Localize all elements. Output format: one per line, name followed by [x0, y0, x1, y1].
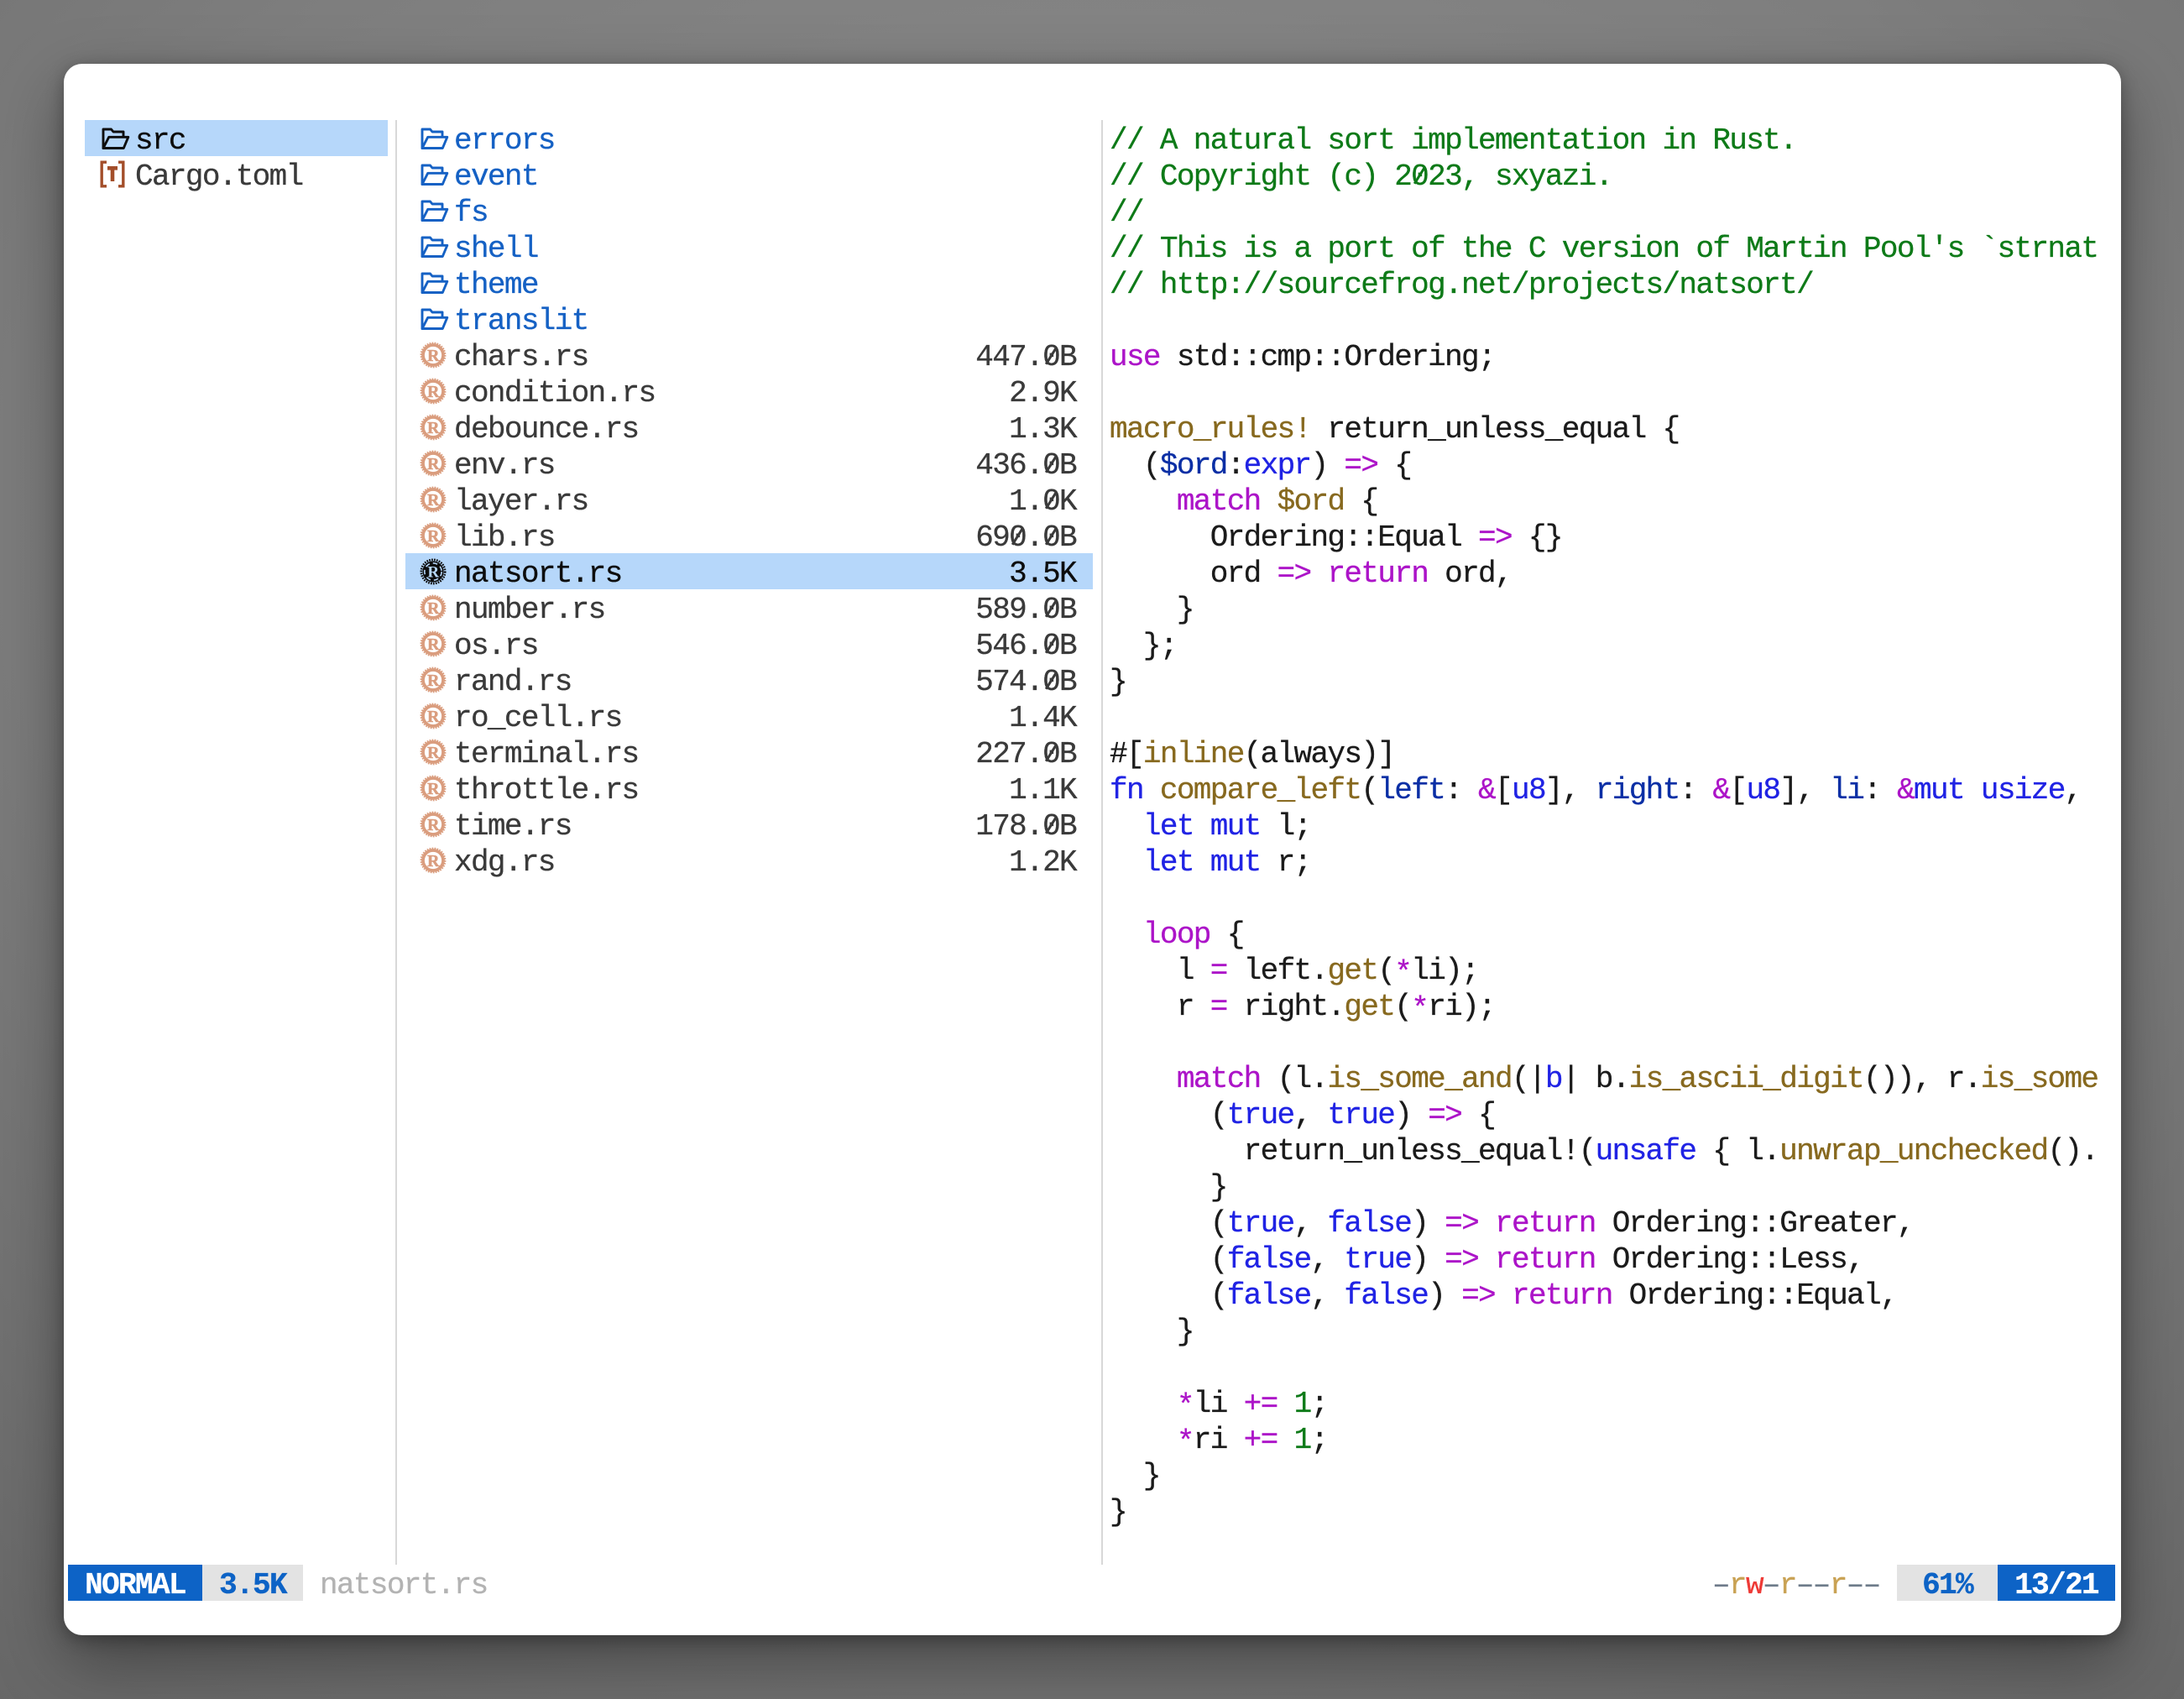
svg-text:R: R — [427, 454, 440, 473]
svg-text:R: R — [427, 707, 440, 725]
svg-text:R: R — [427, 851, 440, 870]
svg-text:R: R — [427, 743, 440, 761]
svg-text:R: R — [427, 779, 440, 797]
svg-text:R: R — [427, 635, 440, 653]
svg-text:R: R — [427, 563, 439, 581]
svg-text:R: R — [427, 599, 440, 617]
svg-text:R: R — [427, 418, 440, 437]
svg-text:R: R — [427, 490, 440, 509]
svg-text:R: R — [427, 815, 440, 834]
svg-text:R: R — [427, 382, 440, 400]
svg-text:R: R — [427, 671, 440, 689]
svg-text:R: R — [427, 526, 440, 545]
svg-text:R: R — [427, 346, 440, 364]
